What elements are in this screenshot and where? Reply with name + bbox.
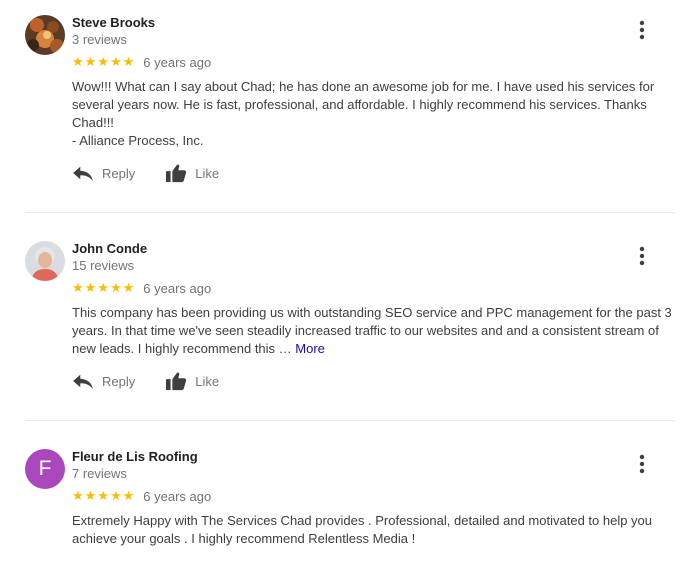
review-text-line: - Alliance Process, Inc.	[72, 133, 204, 148]
like-label: Like	[195, 373, 220, 389]
review-actions: Reply Like	[72, 161, 219, 185]
more-options-button[interactable]	[632, 452, 652, 476]
more-vert-icon	[639, 454, 645, 474]
review-count[interactable]: 3 reviews	[72, 32, 127, 47]
like-button[interactable]: Like	[165, 371, 219, 391]
like-button[interactable]: Like	[165, 163, 219, 183]
more-link[interactable]: More	[295, 341, 325, 356]
star-rating: ★★★★★	[72, 280, 136, 295]
review-text: Extremely Happy with The Services Chad p…	[72, 512, 672, 548]
avatar[interactable]	[25, 241, 65, 281]
more-vert-icon	[639, 20, 645, 40]
rating-row: ★★★★★ 6 years ago	[72, 280, 211, 296]
rating-row: ★★★★★ 6 years ago	[72, 54, 211, 70]
reply-button[interactable]: Reply	[72, 164, 135, 182]
divider	[25, 420, 675, 421]
thumb-up-icon	[166, 372, 187, 391]
star-rating: ★★★★★	[72, 54, 136, 69]
thumb-up-icon	[166, 164, 187, 183]
review-time: 6 years ago	[143, 54, 212, 70]
review-time: 6 years ago	[143, 488, 212, 504]
reply-label: Reply	[102, 165, 136, 181]
review-text: Wow!!! What can I say about Chad; he has…	[72, 78, 672, 150]
review-text-line: years. In that time we've seen steadily …	[72, 323, 659, 338]
review-text-line: Wow!!! What can I say about Chad; he has…	[72, 79, 655, 94]
reviewer-name[interactable]: John Conde	[72, 241, 147, 256]
review-count[interactable]: 7 reviews	[72, 466, 127, 481]
review-text-line: Extremely Happy with The Services Chad p…	[72, 513, 653, 528]
reply-label: Reply	[102, 373, 136, 389]
more-options-button[interactable]	[632, 18, 652, 42]
review-time: 6 years ago	[143, 280, 212, 296]
review-text: This company has been providing us with …	[72, 304, 672, 358]
review-text-line: This company has been providing us with …	[72, 305, 672, 320]
star-rating: ★★★★★	[72, 488, 136, 503]
reply-icon	[73, 166, 93, 182]
more-vert-icon	[639, 246, 645, 266]
avatar[interactable]: F	[25, 449, 65, 489]
reviewer-name[interactable]: Fleur de Lis Roofing	[72, 449, 198, 464]
rating-row: ★★★★★ 6 years ago	[72, 488, 211, 504]
review-text-line: new leads. I highly recommend this … Mor…	[72, 340, 672, 358]
like-label: Like	[195, 165, 220, 181]
reply-icon	[73, 374, 93, 390]
review-actions: Reply Like	[72, 369, 219, 393]
avatar[interactable]	[25, 15, 65, 55]
reviewer-name[interactable]: Steve Brooks	[72, 15, 155, 30]
more-options-button[interactable]	[632, 244, 652, 268]
review-text-line: Chad!!!	[72, 115, 114, 130]
divider	[25, 212, 675, 213]
review-text-line: achieve your goals . I highly recommend …	[72, 531, 416, 546]
review-text-line-truncated: new leads. I highly recommend this …	[72, 341, 292, 356]
reply-button[interactable]: Reply	[72, 372, 135, 390]
review-count[interactable]: 15 reviews	[72, 258, 134, 273]
review-text-line: several years now. He is fast, professio…	[72, 97, 647, 112]
